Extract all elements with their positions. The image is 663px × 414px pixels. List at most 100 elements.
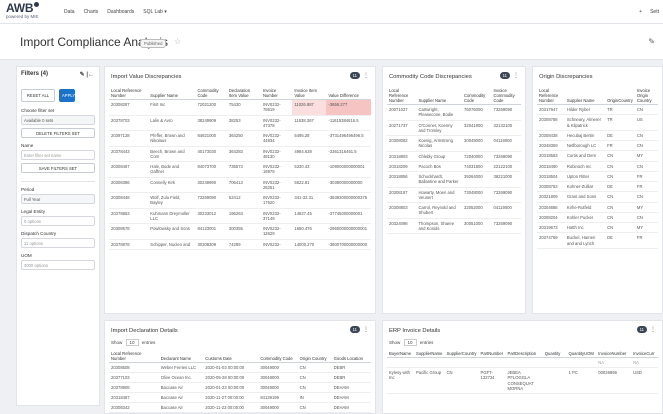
status-badge[interactable]: Published [140,39,167,48]
more-options-icon[interactable]: ⋮ [363,72,369,79]
col-header[interactable]: Commodity Code [195,87,227,100]
more-options-icon[interactable]: ⋮ [650,326,656,333]
count-badge[interactable]: 11 [349,72,360,79]
table-row[interactable]: 20324098 Thompson, Sharee and Konids 30051… [387,218,521,234]
col-header[interactable]: SupplierName [413,350,445,358]
table-row[interactable]: 20308803 Carrol, Reynold and Shubert 32052… [387,202,521,219]
table-row[interactable]: 20318563 Curtis and Dern CN MY [537,150,658,162]
col-header[interactable]: Local Reference Number [109,87,149,100]
col-header[interactable]: OriginCountry [605,87,635,105]
table-row[interactable]: 20319673 Hatth Inc CN MY [537,222,658,234]
page-size-select[interactable]: 10 [403,339,417,346]
table-row[interactable]: 20308508 Weber Ferries LLC 2020-01-03 00:0… [109,362,371,373]
table-row[interactable]: 20308342 Baccase Air 2020-11-23 00:00:00 30… [109,402,371,413]
table-row[interactable]: 20317947 Hilder Ryber TR CN [537,104,658,116]
save-filter-set-button[interactable]: SAVE FILTERS SET [21,163,95,173]
uom-select[interactable]: 3000 options [21,260,95,270]
col-header[interactable]: Commodity Code [258,350,298,363]
table-row[interactable]: 20377103 Olive Ocean Inc. 2020-05-28 00:00… [109,372,371,383]
table-row[interactable]: 20308467 Hale, Bode and Gaffner 84073700 73… [109,161,371,178]
table-row[interactable]: 20378703 Lalin & Avro 38249909 38253 INV0232… [109,115,371,131]
col-header[interactable]: Invoice Commodity Code [491,87,521,105]
name-input[interactable]: Enter filter set name [21,150,95,160]
nav-item-charts[interactable]: Charts [84,9,99,15]
table-row[interactable]: 20271737 O'Conner, Koenny and Tromley 3204… [387,120,521,136]
col-header[interactable]: QuantityUOM [566,350,597,358]
table-row[interactable]: 20308578 Powlowsky and Sons 84123001 300355… [109,223,371,240]
table-row[interactable]: 20308438 Hecubaj Bertin DE CN [537,130,658,142]
nav-item-dashboards[interactable]: Dashboards [107,9,134,15]
count-badge[interactable]: 11 [499,72,510,79]
edit-icon[interactable]: ✎ [648,37,655,46]
col-header[interactable]: PartDescription [505,350,543,358]
star-icon[interactable]: ☆ [174,37,181,46]
nav-item-settings[interactable]: Sett [650,9,659,15]
col-header[interactable]: Origin Country [297,350,332,363]
table-row[interactable]: 20321809 Grant and Sons CN CN [537,191,658,203]
more-options-icon[interactable]: ⋮ [513,72,519,79]
col-header[interactable]: Value Difference [326,87,371,100]
col-header[interactable]: Customs Date [203,350,259,363]
table-row[interactable]: 20308448 Wolf, Zulu Field, Bayley 73269090… [109,192,371,209]
table-row[interactable]: 20308187 Howarty, Moen and Veunert 7304800… [387,187,521,203]
table-row[interactable]: 20378878 Schipper, Nucleo and 30308309 7428… [109,239,371,250]
table-row[interactable]: Kylesy with Inc Pacific Group CN PGFT-13273… [387,367,658,394]
table-row[interactable]: 20348359 Netlborough LC FR CN [537,140,658,152]
more-options-icon[interactable]: ⋮ [363,326,369,333]
table-row[interactable]: 20071027 Cartwright, Pleasecone, Bodie 760… [387,104,521,121]
col-header[interactable]: Goods Location [331,350,371,363]
col-header[interactable]: Supplier Name [416,87,463,105]
table-row[interactable]: 20318504 Upton Ritter CN FR [537,171,658,183]
col-header[interactable]: Declarant Name [158,350,204,363]
table-row[interactable]: 20318856 Schuckhardt, Ballantine and Park… [387,171,521,188]
table-row[interactable]: 20308082 Koenig, Armstrong Nicolas 3004900… [387,135,521,152]
table-row[interactable]: 20397128 Pfeffer, Brown and Nikolaus 84821… [109,130,371,147]
filter-settings-icon[interactable]: ✎ |← [80,71,94,78]
table-row[interactable]: 20308287 Fisrt Inc 72021200 75430 INV0232-78… [109,99,371,116]
col-header[interactable]: BuyerName [387,350,414,358]
reset-all-button[interactable]: RESET ALL [21,89,55,102]
count-badge[interactable]: 11 [349,326,360,333]
table-row[interactable]: 20308204 Kohler Pucker CN CN [537,212,658,224]
apply-button[interactable]: APPLY [59,89,75,102]
col-header[interactable]: Supplier Name [148,87,196,100]
col-header[interactable]: Invoice Number [260,87,293,100]
table-row[interactable]: 20308763 Kohner-Zulliar DE FR [537,181,658,193]
table-row[interactable]: 20318490 Robinoch Inc CN CN [537,161,658,172]
table-row[interactable]: 20378863 Kuhmann Dreymoller LLC 30233012 19… [109,208,371,224]
logo[interactable]: AWB powered by MIE [6,2,40,20]
table-row[interactable]: 20378443 Beech, Brown and Corn 40173030 364… [109,146,371,162]
page-size-select[interactable]: 10 [125,339,139,346]
table-row[interactable]: 20308386 Connelly Kirk 30249990 706413 INV02… [109,177,371,193]
nav-item-data[interactable]: Data [64,9,75,15]
table-row[interactable]: 20378908 Baccase Air 2020-01-23 00:00:00 30… [109,382,371,393]
nav-item-sql-lab[interactable]: SQL Lab ▾ [143,9,166,15]
col-header[interactable]: Invoice Origin Country [634,87,658,105]
filter-set-select[interactable]: Available 0 sets [21,115,95,125]
col-header[interactable]: SupplierCountry [444,350,479,358]
legal-entity-select[interactable]: 0 options [21,216,95,226]
col-header[interactable]: Quantity [542,350,567,358]
delete-filter-set-button[interactable]: DELETE FILTERS SET [21,128,95,138]
col-header[interactable]: Declaration Item Value [226,87,261,100]
col-header[interactable]: Local Reference Number [387,87,417,105]
col-header[interactable]: InvoiceNumber [596,350,632,358]
col-header[interactable]: Local Reference Number [109,350,159,363]
col-header[interactable]: InvoiceCurr [631,350,658,358]
table-row[interactable]: 20374769 Buckel, Hamen and and Lynch DE FR [537,232,658,249]
col-header[interactable]: Commodity Code [462,87,492,105]
table-row[interactable]: 20318803 Chlebly Group 72040000 73269090 [387,151,521,162]
table-cell: Baccase Air [158,382,204,393]
col-header[interactable]: Local Reference Number [537,87,565,105]
add-icon[interactable]: + [639,9,642,15]
period-select[interactable]: Full Year [21,194,95,204]
col-header[interactable]: Invoice Item Value [292,87,327,100]
table-row[interactable]: 20308788 Schneary, Almerer & Kilpatrick TR… [537,114,658,131]
table-row[interactable]: 20304686 Kirhe-Rutfeld CN MY [537,202,658,213]
table-row[interactable]: 20318209 Pacoch Bos 74031800 22122100 [387,161,521,173]
count-badge[interactable]: 11 [636,326,647,333]
dispatch-country-select[interactable]: 11 options [21,238,95,248]
col-header[interactable]: Supplier Name [564,87,606,105]
table-row[interactable]: 20318487 Baccase Air 2020-11-27 00:00:00 84… [109,392,371,403]
col-header[interactable]: PartNumber [478,350,506,358]
